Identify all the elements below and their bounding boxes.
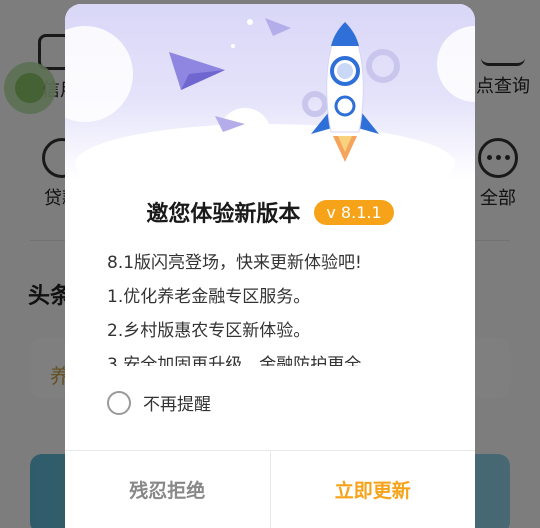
reject-button[interactable]: 残忍拒绝 [65,451,271,528]
dont-remind-checkbox[interactable] [107,390,131,415]
dialog-title: 邀您体验新版本 [146,202,301,227]
release-note-line: 1.优化养老金融专区服务。 [107,287,311,307]
version-badge: v 8.1.1 [314,199,394,225]
release-note-line: 3.安全加固再升级，金融防护更全 [107,355,362,366]
dialog-header: 邀您体验新版本 v 8.1.1 [65,194,475,230]
release-notes[interactable]: 8.1版闪亮登场，快来更新体验吧! 1.优化养老金融专区服务。 2.乡村版惠农专… [107,246,447,366]
update-now-button[interactable]: 立即更新 [271,451,476,528]
release-note-line: 2.乡村版惠农专区新体验。 [107,321,311,341]
update-dialog: 邀您体验新版本 v 8.1.1 8.1版闪亮登场，快来更新体验吧! 1.优化养老… [65,4,475,528]
dont-remind-option[interactable]: 不再提醒 [107,390,211,415]
dont-remind-label: 不再提醒 [143,395,211,415]
release-note-line: 8.1版闪亮登场，快来更新体验吧! [107,253,362,273]
dialog-actions: 残忍拒绝 立即更新 [65,450,475,528]
rocket-illustration [65,4,475,179]
